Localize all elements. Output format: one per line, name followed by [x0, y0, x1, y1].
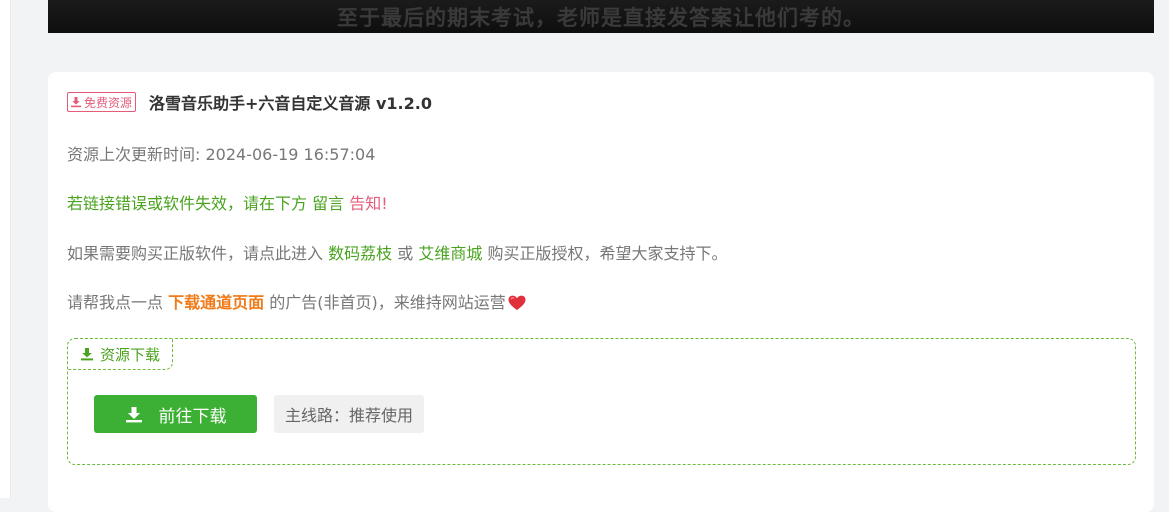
support-text-before: 请帮我点一点 — [67, 293, 164, 312]
purchase-info: 如果需要购买正版软件，请点此进入 数码荔枝 或 艾维商城 购买正版授权，希望大家… — [67, 240, 727, 264]
download-icon — [125, 406, 142, 422]
support-text-after: 的广告(非首页)，来维持网站运营 — [269, 293, 506, 312]
resource-download-tab: 资源下载 — [67, 338, 174, 370]
resource-download-box: 资源下载 前往下载 主线路：推荐使用 — [67, 338, 1136, 465]
comment-link[interactable]: 留言 — [312, 194, 344, 213]
tab-label: 资源下载 — [100, 345, 161, 364]
free-resource-badge: 免费资源 — [67, 92, 137, 112]
notice-exclamation: ! — [381, 194, 388, 213]
resource-title: 洛雪音乐助手+六音自定义音源 v1.2.0 — [149, 94, 432, 113]
purchase-text-before: 如果需要购买正版软件，请点此进入 — [67, 244, 324, 263]
download-icon — [81, 348, 93, 361]
go-download-button[interactable]: 前往下载 — [94, 395, 257, 433]
purchase-text-after: 购买正版授权，希望大家支持下。 — [487, 244, 728, 263]
resource-card: 免费资源 洛雪音乐助手+六音自定义音源 v1.2.0 资源上次更新时间: 202… — [48, 72, 1154, 512]
resource-title-row: 免费资源 洛雪音乐助手+六音自定义音源 v1.2.0 — [67, 91, 432, 113]
download-button-label: 前往下载 — [158, 406, 227, 427]
notice-text: 若链接错误或软件失效，请在下方 — [67, 194, 308, 213]
broken-link-notice: 若链接错误或软件失效，请在下方 留言 告知! — [67, 190, 388, 214]
left-page-gutter — [0, 0, 11, 498]
badge-label: 免费资源 — [84, 95, 133, 110]
store-link-aiwei[interactable]: 艾维商城 — [418, 244, 482, 263]
main-route-label: 主线路：推荐使用 — [274, 395, 425, 433]
store-link-shuma[interactable]: 数码荔枝 — [328, 244, 392, 263]
download-icon — [71, 97, 81, 108]
video-subtitle: 至于最后的期末考试，老师是直接发答案让他们考的。 — [337, 6, 865, 30]
report-link-label: 告知 — [349, 194, 382, 213]
last-updated-text: 资源上次更新时间: 2024-06-19 16:57:04 — [67, 145, 376, 164]
support-request: 请帮我点一点 下载通道页面 的广告(非首页)，来维持网站运营 — [67, 289, 526, 313]
video-player-bottom[interactable]: 至于最后的期末考试，老师是直接发答案让他们考的。 — [48, 0, 1154, 33]
purchase-or: 或 — [397, 244, 414, 263]
download-page-link[interactable]: 下载通道页面 — [168, 293, 264, 312]
right-page-gutter — [1154, 0, 1169, 498]
report-link[interactable]: 告知! — [349, 194, 387, 213]
heart-icon — [508, 295, 526, 310]
